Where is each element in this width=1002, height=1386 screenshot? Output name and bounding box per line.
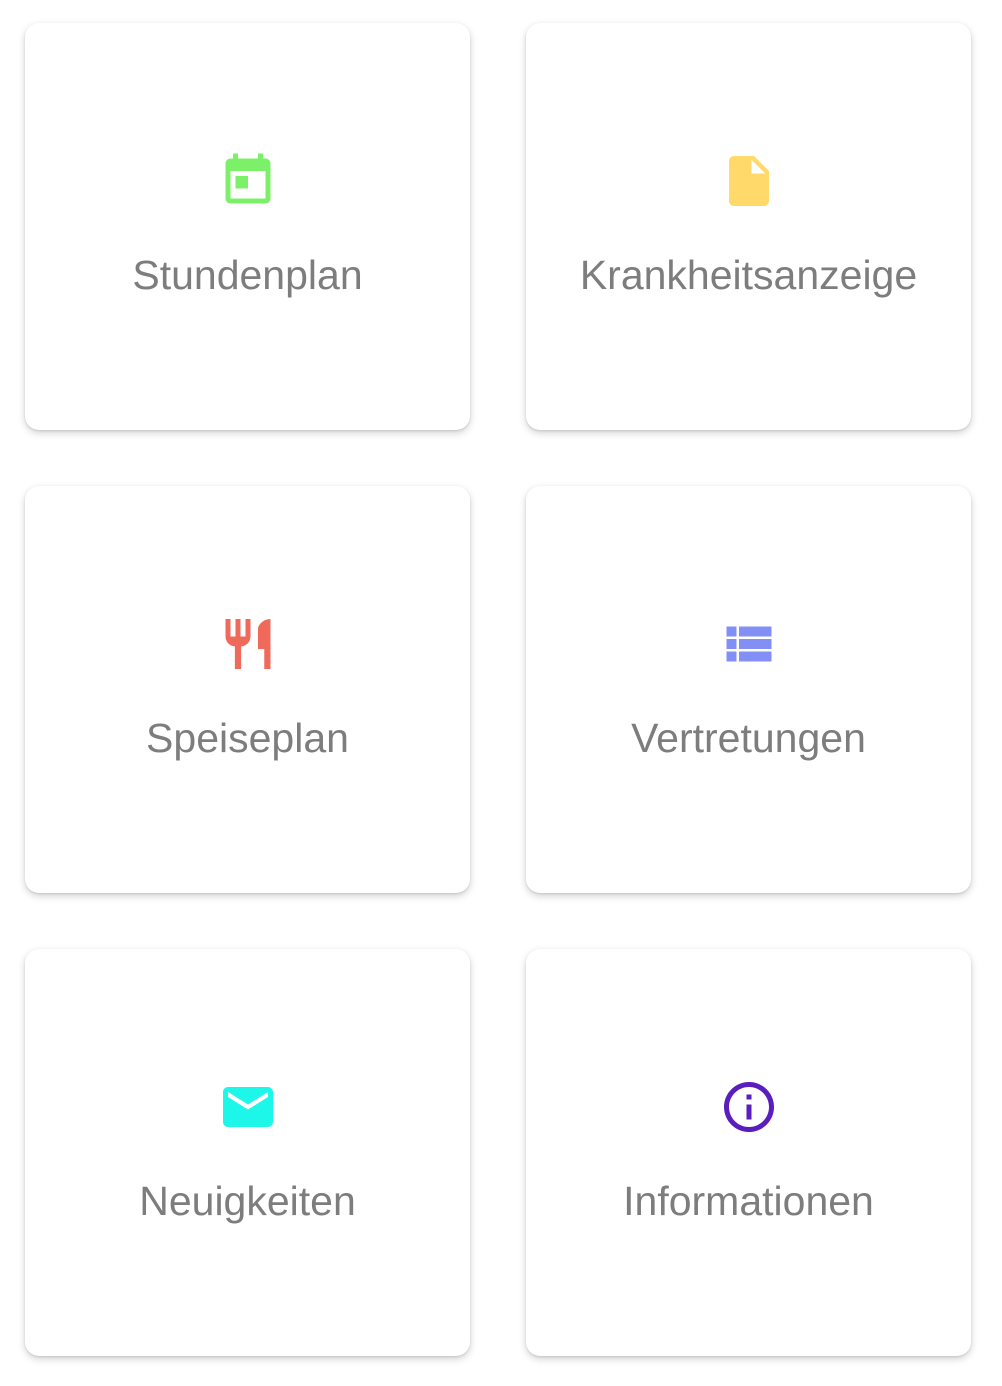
- tile-label: Neuigkeiten: [139, 1178, 356, 1224]
- tile-vertretungen[interactable]: Vertretungen: [526, 486, 971, 893]
- mail-icon: [218, 1077, 278, 1137]
- restaurant-icon: [218, 614, 278, 674]
- tile-label: Informationen: [623, 1178, 874, 1224]
- tile-label: Krankheitsanzeige: [579, 252, 918, 298]
- tile-label: Vertretungen: [631, 715, 866, 761]
- tile-krankheitsanzeige[interactable]: Krankheitsanzeige: [526, 23, 971, 430]
- tile-label: Speiseplan: [146, 715, 349, 761]
- tile-stundenplan[interactable]: Stundenplan: [25, 23, 470, 430]
- document-icon: [719, 151, 779, 211]
- calendar-icon: [218, 151, 278, 211]
- tile-speiseplan[interactable]: Speiseplan: [25, 486, 470, 893]
- tile-neuigkeiten[interactable]: Neuigkeiten: [25, 949, 470, 1356]
- dashboard-grid: Stundenplan Krankheitsanzeige Speiseplan…: [0, 0, 1002, 1386]
- list-icon: [719, 614, 779, 674]
- tile-label: Stundenplan: [132, 252, 363, 298]
- tile-informationen[interactable]: Informationen: [526, 949, 971, 1356]
- info-icon: [719, 1077, 779, 1137]
